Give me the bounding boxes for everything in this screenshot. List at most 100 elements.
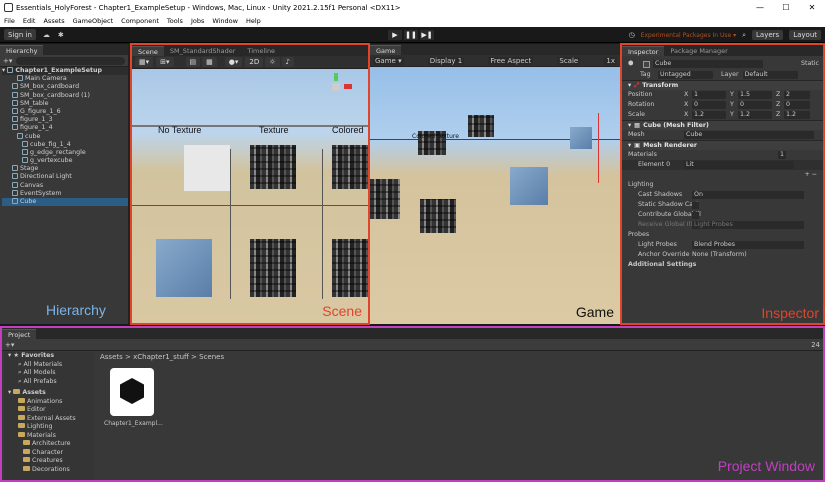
menu-window[interactable]: Window <box>212 17 238 25</box>
menu-jobs[interactable]: Jobs <box>191 17 204 25</box>
mesh-filter-header[interactable]: ▾ ▦ Cube (Mesh Filter) <box>622 120 823 130</box>
hierarchy-item[interactable]: SM_box_cardboard (1) <box>2 91 128 100</box>
tab-game[interactable]: Game <box>370 45 402 55</box>
close-button[interactable]: ✕ <box>799 3 825 12</box>
materials-count[interactable]: 1 <box>778 151 787 159</box>
asset-folder-item[interactable]: Animations <box>8 397 94 407</box>
search-icon[interactable]: ⌕ <box>742 31 746 40</box>
colored-cube-front[interactable] <box>332 239 368 297</box>
mesh-field[interactable]: Cube <box>684 131 814 139</box>
hierarchy-item[interactable]: cube_fig_1_4 <box>2 140 128 149</box>
white-cube[interactable] <box>184 145 230 191</box>
transform-header[interactable]: ▾ ⤢ Transform <box>622 80 823 90</box>
tab-timeline[interactable]: Timeline <box>241 46 282 56</box>
layout-dropdown[interactable]: Layout <box>789 30 821 40</box>
hierarchy-item[interactable]: g_vertexcube <box>2 157 128 165</box>
hierarchy-search-input[interactable] <box>16 56 125 65</box>
light-probes-dropdown[interactable]: Blend Probes <box>692 241 804 249</box>
layer-dropdown[interactable]: Default <box>742 71 798 79</box>
breadcrumb[interactable]: Assets > xChapter1_stuff > Scenes <box>100 352 500 362</box>
game-cube[interactable] <box>420 199 456 233</box>
play-button[interactable]: ▶ <box>388 30 402 40</box>
snap-toggle[interactable]: ▦ <box>202 57 217 67</box>
project-add-icon[interactable]: +▾ <box>5 341 14 349</box>
hierarchy-item[interactable]: Directional Light <box>2 173 128 181</box>
scene-gizmo-icon[interactable] <box>322 69 356 103</box>
asset-folder-item[interactable]: External Assets <box>8 414 94 424</box>
hierarchy-item[interactable]: figure_1_3 <box>2 116 128 124</box>
game-blue-cube[interactable] <box>570 127 592 149</box>
tab-project[interactable]: Project <box>2 329 37 339</box>
layers-dropdown[interactable]: Layers <box>752 30 784 40</box>
display-dropdown[interactable]: Display 1 <box>427 56 465 65</box>
hierarchy-item[interactable]: cube <box>2 132 128 141</box>
step-button[interactable]: ▶❚ <box>420 30 434 40</box>
blue-cube[interactable] <box>156 239 212 297</box>
anchor-override-field[interactable]: None (Transform) <box>692 250 747 260</box>
favorite-item[interactable]: ⌕ All Materials <box>8 361 94 370</box>
hierarchy-item[interactable]: figure_1_4 <box>2 124 128 132</box>
menu-help[interactable]: Help <box>246 17 261 25</box>
hierarchy-item[interactable]: SM_box_cardboard <box>2 83 128 91</box>
favorite-item[interactable]: ⌕ All Models <box>8 369 94 378</box>
shading-dropdown[interactable]: ●▾ <box>224 57 243 67</box>
cast-shadows-dropdown[interactable]: On <box>692 191 804 199</box>
minimize-button[interactable]: — <box>747 3 773 12</box>
asset-folder-item[interactable]: Decorations <box>8 465 94 475</box>
game-viewport[interactable]: Colored Texture <box>370 67 620 324</box>
favorite-item[interactable]: ⌕ All Prefabs <box>8 378 94 387</box>
menu-component[interactable]: Component <box>121 17 159 25</box>
tab-standard-shader[interactable]: SM_StandardShader <box>163 46 242 56</box>
lighting-toggle[interactable]: ☼ <box>265 57 280 67</box>
object-name-field[interactable]: Cube <box>653 60 763 68</box>
scene-root-item[interactable]: ▾ Chapter1_ExampleSetup <box>2 67 128 76</box>
scene-viewport[interactable]: No Texture Texture Colored <box>132 69 368 323</box>
menu-gameobject[interactable]: GameObject <box>73 17 114 25</box>
2d-toggle[interactable]: 2D <box>245 57 264 67</box>
static-shadow-checkbox[interactable] <box>692 201 699 209</box>
y-field[interactable]: 1.5 <box>738 91 772 99</box>
additional-settings-foldout[interactable]: Additional Settings <box>622 260 823 270</box>
hierarchy-item[interactable]: EventSystem <box>2 189 128 198</box>
gizmo-dropdown[interactable]: ⊞▾ <box>156 57 174 67</box>
maximize-button[interactable]: ☐ <box>773 3 799 12</box>
collab-icon[interactable]: ✱ <box>58 31 64 39</box>
menu-tools[interactable]: Tools <box>167 17 183 25</box>
cloud-icon[interactable]: ☁ <box>43 31 50 39</box>
receive-gi-dropdown[interactable]: Light Probes <box>692 221 804 229</box>
sign-in-button[interactable]: Sign in <box>4 29 36 40</box>
scene-asset-label[interactable]: Chapter1_Exampl... <box>104 420 163 427</box>
colored-cube[interactable] <box>332 145 368 189</box>
asset-folder-item[interactable]: Materials <box>8 431 94 441</box>
tab-inspector[interactable]: Inspector <box>622 46 665 56</box>
x-field[interactable]: 0 <box>692 101 726 109</box>
z-field[interactable]: 1.2 <box>784 111 810 119</box>
y-field[interactable]: 0 <box>738 101 772 109</box>
active-checkbox[interactable] <box>643 60 650 68</box>
hierarchy-item[interactable]: Cube <box>2 198 128 207</box>
asset-folder-item[interactable]: Lighting <box>8 423 94 432</box>
draw-mode-dropdown[interactable]: ▦▾ <box>135 57 154 67</box>
scale-value[interactable]: 1x <box>604 56 617 65</box>
grid-toggle[interactable]: ▤ <box>185 57 201 67</box>
game-blue-cube[interactable] <box>510 167 548 205</box>
tab-package-manager[interactable]: Package Manager <box>664 46 734 56</box>
asset-folder-item[interactable]: Character <box>8 448 94 458</box>
add-icon[interactable]: +▾ <box>3 57 12 65</box>
aspect-dropdown[interactable]: Free Aspect <box>488 56 534 65</box>
menu-assets[interactable]: Assets <box>43 17 64 25</box>
material-field[interactable]: Lit <box>684 161 794 169</box>
textured-cube[interactable] <box>250 145 296 189</box>
pause-button[interactable]: ❚❚ <box>404 30 418 40</box>
contribute-gi-checkbox[interactable] <box>692 211 699 219</box>
hierarchy-item[interactable]: SM_table <box>2 99 128 108</box>
hierarchy-item[interactable]: g_edge_rectangle <box>2 148 128 157</box>
scene-asset-icon[interactable] <box>110 368 154 416</box>
z-field[interactable]: 0 <box>784 101 810 109</box>
tag-dropdown[interactable]: Untagged <box>658 71 713 79</box>
hierarchy-item[interactable]: Main Camera <box>2 75 128 83</box>
x-field[interactable]: 1 <box>692 91 726 99</box>
favorites-header[interactable]: ▾ ★ Favorites <box>8 352 94 361</box>
asset-folder-item[interactable]: Editor <box>8 406 94 415</box>
hierarchy-item[interactable]: Stage <box>2 165 128 173</box>
